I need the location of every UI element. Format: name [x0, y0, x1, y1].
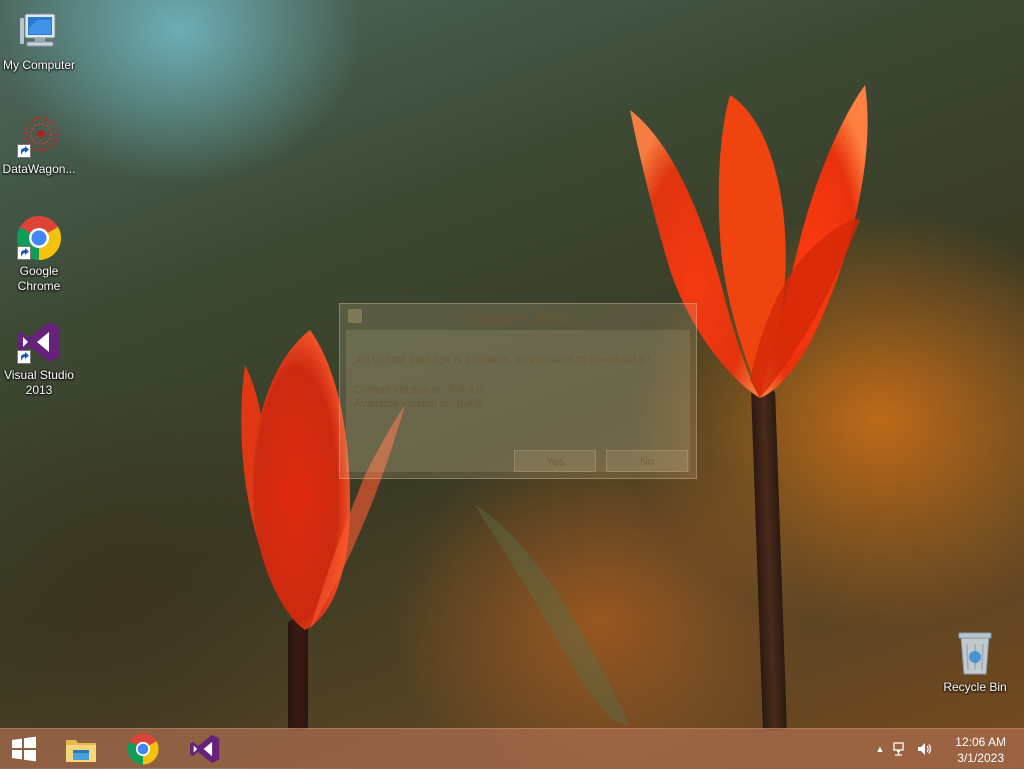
system-tray: ▲: [872, 729, 936, 769]
start-button[interactable]: [0, 729, 48, 769]
taskbar: ▲ 12:06 AM 3/1/2023: [0, 728, 1024, 769]
network-icon[interactable]: [888, 741, 912, 757]
desktop-icon-my-computer[interactable]: My Computer: [0, 8, 78, 73]
visual-studio-icon: [190, 734, 220, 764]
taskbar-visual-studio[interactable]: [180, 729, 230, 769]
recycle-bin-icon: [951, 630, 999, 678]
dialog-title: Notepad++ update: [464, 310, 572, 325]
shortcut-arrow-icon: [17, 350, 31, 364]
desktop-icon-label: Visual Studio 2013: [4, 368, 74, 397]
update-dialog: Notepad++ update An update package is av…: [339, 303, 697, 479]
available-version-text: Available version is : 8.4.8: [354, 398, 482, 410]
taskbar-chrome[interactable]: [118, 729, 168, 769]
shortcut-arrow-icon: [17, 246, 31, 260]
desktop-icon-visual-studio[interactable]: Visual Studio 2013: [0, 318, 78, 398]
current-version-text: Current version is : 8.4.4.0: [354, 384, 484, 396]
desktop-icon-label: DataWagon...: [2, 162, 76, 176]
wallpaper-stem-small: [288, 620, 308, 730]
desktop-icon-google-chrome[interactable]: Google Chrome: [0, 214, 78, 294]
wallpaper-stem: [751, 389, 787, 731]
no-button[interactable]: No: [606, 450, 688, 472]
show-hidden-icons-icon[interactable]: ▲: [872, 744, 888, 754]
clock-date: 3/1/2023: [957, 751, 1004, 765]
visual-studio-icon: [15, 318, 63, 366]
volume-icon[interactable]: [912, 741, 936, 757]
dialog-titlebar[interactable]: Notepad++ update: [340, 304, 696, 330]
desktop-icon-recycle-bin[interactable]: Recycle Bin: [936, 630, 1014, 695]
wallpaper-leaf: [475, 505, 630, 725]
dialog-body: An update package is available, do you w…: [346, 330, 690, 472]
chrome-icon: [127, 733, 159, 765]
desktop-icon-datawagon[interactable]: DataWagon...: [0, 112, 78, 177]
file-explorer-icon: [66, 740, 96, 762]
yes-button[interactable]: Yes: [514, 450, 596, 472]
taskbar-clock[interactable]: 12:06 AM 3/1/2023: [955, 734, 1006, 766]
computer-icon: [15, 8, 63, 56]
desktop-icon-label: Google Chrome: [17, 264, 61, 293]
chrome-icon: [15, 214, 63, 262]
start-icon: [12, 736, 36, 762]
desktop-icon-label: My Computer: [2, 58, 76, 72]
taskbar-file-explorer[interactable]: [56, 729, 106, 769]
clock-time: 12:06 AM: [955, 735, 1006, 749]
dialog-message: An update package is available, do you w…: [356, 354, 651, 366]
shortcut-arrow-icon: [17, 144, 31, 158]
desktop-icon-label: Recycle Bin: [943, 680, 1007, 694]
datawagon-icon: [15, 112, 63, 160]
